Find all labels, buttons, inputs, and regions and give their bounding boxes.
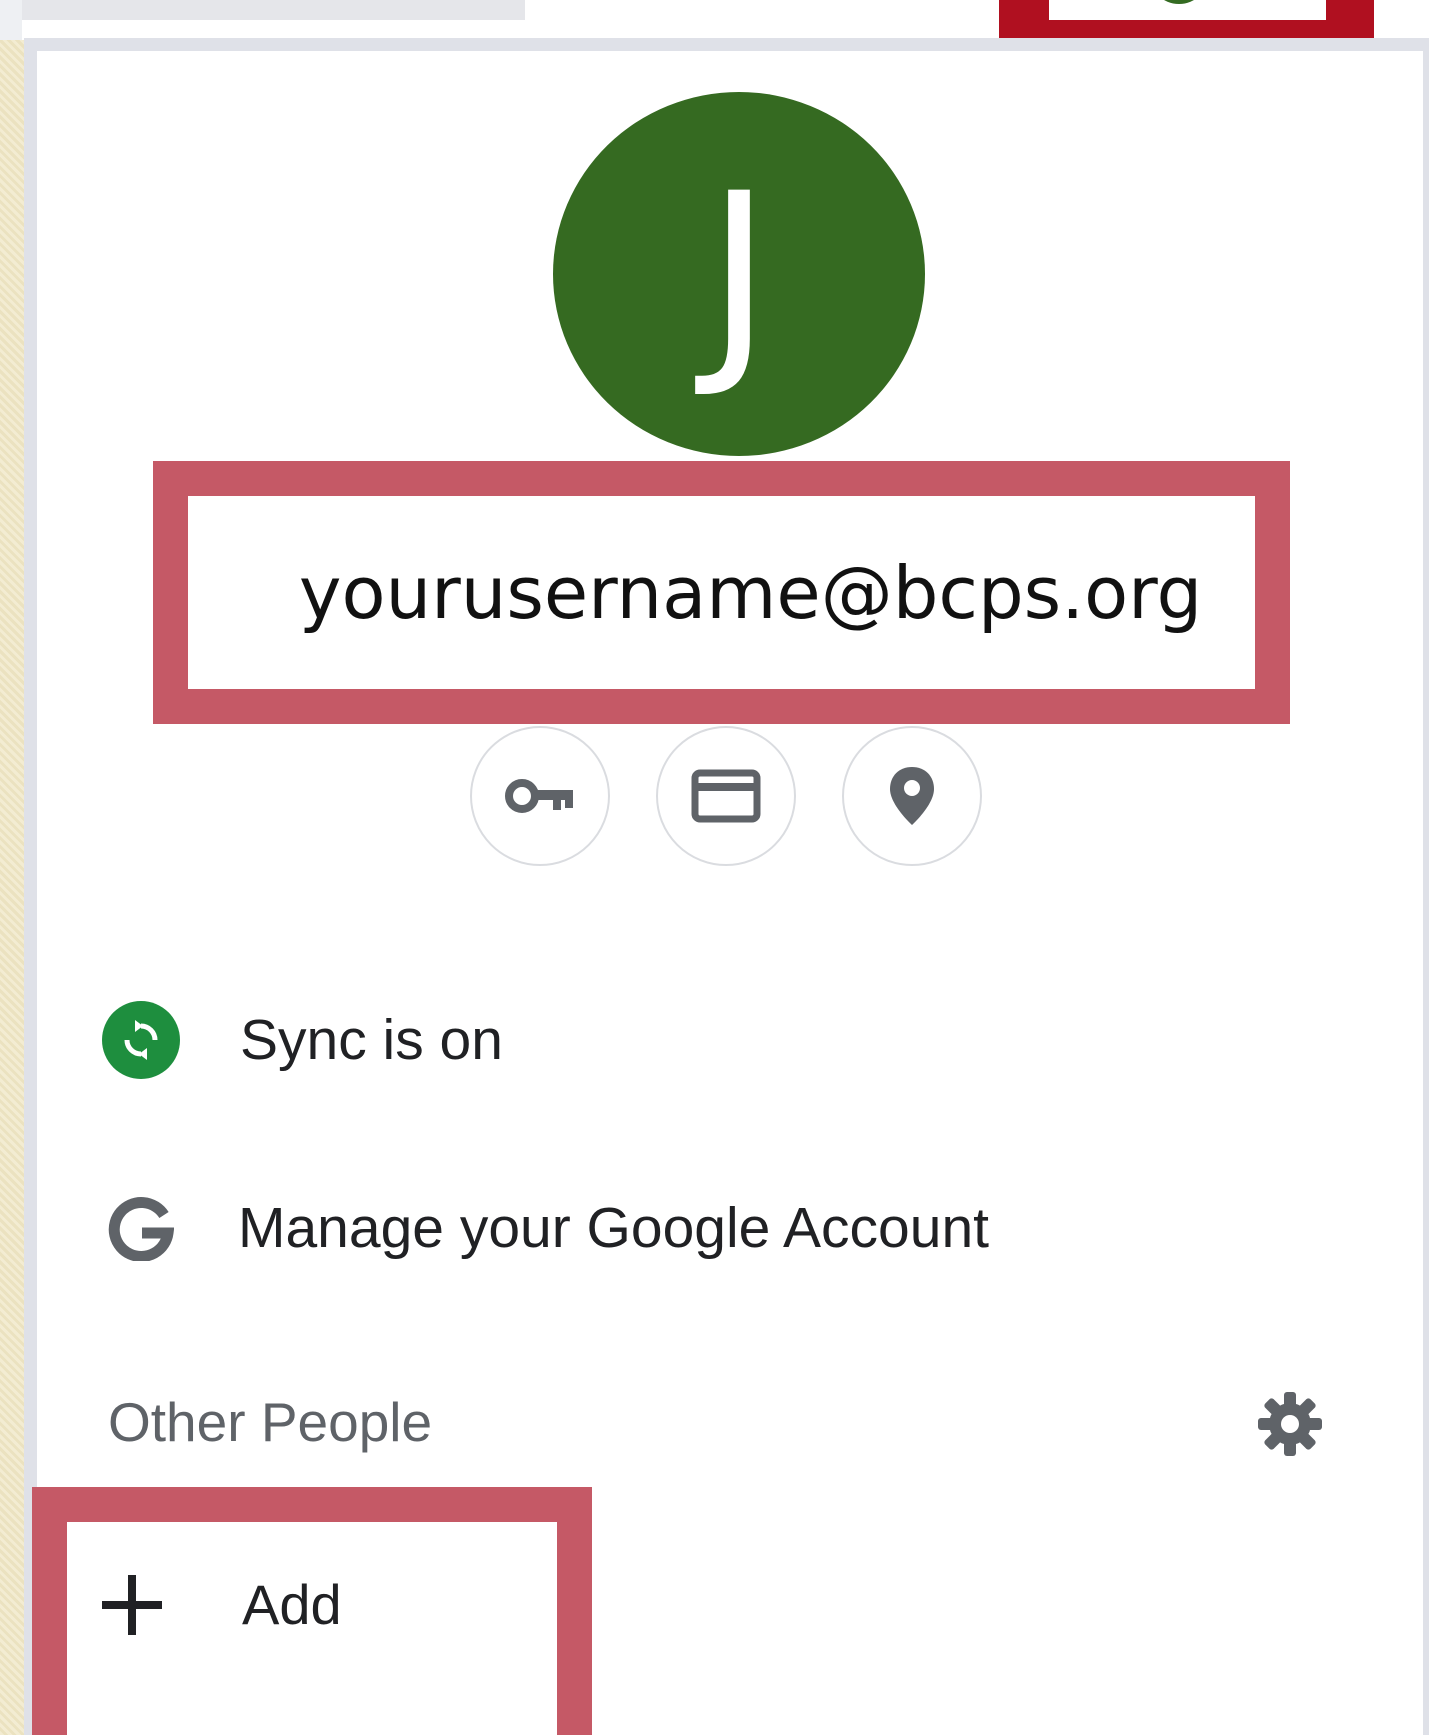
manage-account-label: Manage your Google Account xyxy=(238,1196,989,1260)
profile-avatar-button[interactable] xyxy=(1149,0,1209,4)
account-email: yourusername@bcps.org xyxy=(298,550,1203,635)
google-g-icon xyxy=(108,1197,174,1261)
sync-label: Sync is on xyxy=(240,1008,503,1072)
payment-methods-button[interactable] xyxy=(656,726,796,866)
addresses-button[interactable] xyxy=(842,726,982,866)
avatar-initial: J xyxy=(706,146,772,402)
manage-people-button[interactable] xyxy=(1256,1390,1324,1463)
other-people-heading: Other People xyxy=(108,1391,433,1453)
plus-icon xyxy=(102,1574,162,1635)
key-icon xyxy=(505,779,573,813)
profile-avatar: J xyxy=(553,92,925,456)
passwords-button[interactable] xyxy=(470,726,610,866)
add-person-button[interactable]: Add xyxy=(100,1572,342,1637)
manage-account-row[interactable]: Manage your Google Account xyxy=(108,1195,989,1261)
email-highlight-frame: yourusername@bcps.org xyxy=(153,461,1290,724)
location-pin-icon xyxy=(890,767,934,825)
browser-toolbar-strip xyxy=(0,0,525,20)
credit-card-icon xyxy=(691,769,761,823)
add-label: Add xyxy=(242,1573,342,1636)
sync-icon xyxy=(102,1001,180,1079)
sync-row[interactable]: Sync is on xyxy=(102,1001,503,1079)
gear-icon xyxy=(1258,1392,1322,1456)
